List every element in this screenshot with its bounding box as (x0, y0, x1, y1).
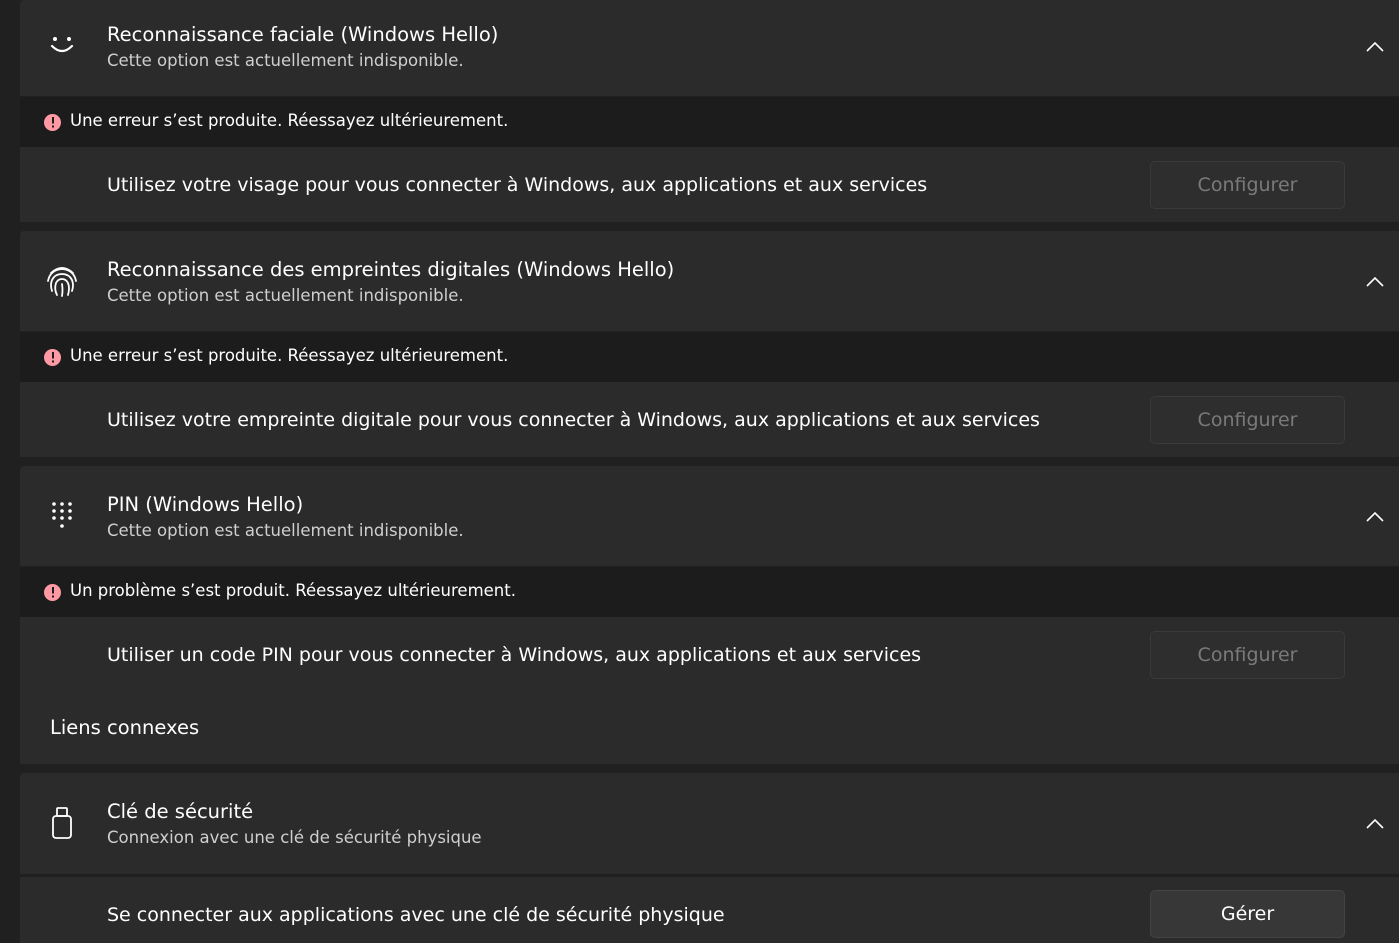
row-description: Se connecter aux applications avec une c… (107, 904, 725, 926)
fingerprint-header[interactable]: Reconnaissance des empreintes digitales … (20, 231, 1399, 331)
sign-in-options-page: Reconnaissance faciale (Windows Hello) C… (0, 0, 1399, 943)
section-title: PIN (Windows Hello) (107, 493, 304, 516)
face-recognition-header[interactable]: Reconnaissance faciale (Windows Hello) C… (20, 0, 1399, 96)
face-smile-icon (42, 25, 82, 65)
security-key-row: Se connecter aux applications avec une c… (20, 877, 1399, 943)
section-subtitle: Cette option est actuellement indisponib… (107, 286, 464, 305)
row-description: Utiliser un code PIN pour vous connecter… (107, 644, 922, 666)
section-subtitle: Cette option est actuellement indisponib… (107, 521, 464, 540)
pin-setup-row: Utiliser un code PIN pour vous connecter… (20, 617, 1399, 692)
configure-fingerprint-button[interactable]: Configurer (1150, 396, 1345, 444)
fingerprint-setup-row: Utilisez votre empreinte digitale pour v… (20, 382, 1399, 457)
chevron-up-icon[interactable] (1363, 812, 1387, 836)
section-title: Reconnaissance faciale (Windows Hello) (107, 23, 499, 46)
error-text: Un problème s’est produit. Réessayez ult… (70, 581, 516, 600)
error-text: Une erreur s’est produite. Réessayez ult… (70, 346, 509, 365)
related-links: Liens connexes (20, 692, 1399, 764)
fingerprint-icon (42, 261, 82, 301)
error-icon (44, 584, 61, 601)
usb-key-icon (42, 803, 82, 843)
configure-face-button[interactable]: Configurer (1150, 161, 1345, 209)
related-links-label: Liens connexes (50, 716, 200, 739)
configure-pin-button[interactable]: Configurer (1150, 631, 1345, 679)
row-description: Utilisez votre empreinte digitale pour v… (107, 409, 1040, 431)
pin-keypad-icon (42, 496, 82, 536)
error-icon (44, 114, 61, 131)
face-setup-row: Utilisez votre visage pour vous connecte… (20, 147, 1399, 222)
section-subtitle: Cette option est actuellement indisponib… (107, 51, 464, 70)
manage-security-key-button[interactable]: Gérer (1150, 890, 1345, 938)
chevron-up-icon[interactable] (1363, 270, 1387, 294)
security-key-header[interactable]: Clé de sécurité Connexion avec une clé d… (20, 773, 1399, 874)
row-description: Utilisez votre visage pour vous connecte… (107, 174, 928, 196)
section-title: Reconnaissance des empreintes digitales … (107, 258, 675, 281)
error-message: Une erreur s’est produite. Réessayez ult… (20, 332, 1399, 382)
error-message: Un problème s’est produit. Réessayez ult… (20, 567, 1399, 617)
error-message: Une erreur s’est produite. Réessayez ult… (20, 97, 1399, 147)
pin-header[interactable]: PIN (Windows Hello) Cette option est act… (20, 466, 1399, 566)
chevron-up-icon[interactable] (1363, 505, 1387, 529)
chevron-up-icon[interactable] (1363, 35, 1387, 59)
section-subtitle: Connexion avec une clé de sécurité physi… (107, 828, 482, 847)
error-icon (44, 349, 61, 366)
section-title: Clé de sécurité (107, 800, 254, 823)
error-text: Une erreur s’est produite. Réessayez ult… (70, 111, 509, 130)
